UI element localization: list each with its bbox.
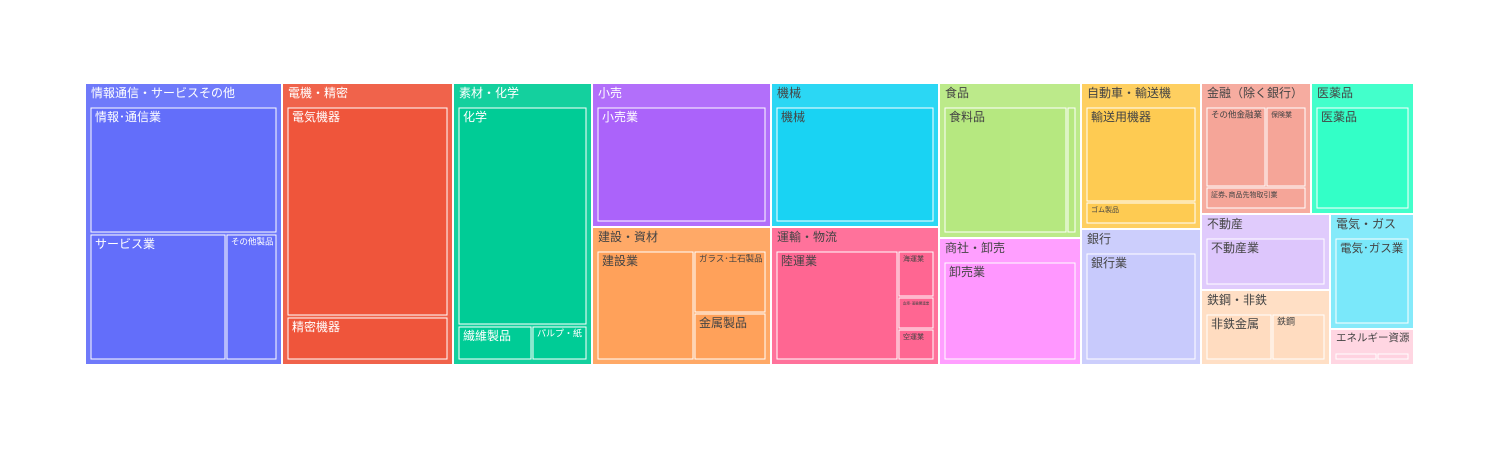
tile-label-s0-c0: 情報･通信業 [95,110,161,124]
sector-label-s7: 食品 [945,85,969,100]
treemap-tile-s0-c1[interactable] [90,234,226,360]
treemap-tile-s11-c1[interactable] [1266,107,1306,187]
sector-label-s5: 機械 [777,85,801,100]
tile-label-s1-c0: 電気機器 [292,109,340,124]
treemap-tile-s4-c0[interactable] [597,251,694,360]
sector-label-s12: 医薬品 [1317,86,1353,100]
tile-label-s6-c2: 倉庫･運輸関連業 [903,300,930,305]
treemap-tile-s1-c0[interactable] [287,107,448,316]
treemap-tile-s7-c0[interactable] [944,107,1067,233]
treemap-tile-s7-c1[interactable] [1067,107,1076,233]
sector-label-s1: 電機・精密 [288,85,348,100]
sector-label-s2: 素材・化学 [459,85,519,100]
tile-label-s3-c0: 小売業 [602,109,638,124]
treemap-tile-s3-c0[interactable] [597,107,766,222]
tile-label-s15-c1: 鉄鋼 [1277,316,1295,328]
tile-label-s9-c0: 輸送用機器 [1091,109,1151,124]
treemap-tile-s6-c0[interactable] [776,251,898,360]
tile-label-s11-c0: その他金融業 [1211,110,1263,121]
tile-label-s0-c1: サービス業 [95,237,155,251]
tile-label-s5-c0: 機械 [781,109,805,124]
tile-label-s4-c0: 建設業 [602,253,638,268]
tile-label-s11-c1: 保険業 [1271,110,1292,119]
sector-label-s3: 小売 [598,85,622,100]
tile-label-s0-c2: その他製品 [231,237,274,248]
tile-label-s7-c0: 食料品 [949,109,985,124]
tile-label-s9-c1: ゴム製品 [1091,205,1119,214]
tile-label-s11-c2: 証券､商品先物取引業 [1211,190,1278,199]
sector-label-s9: 自動車・輸送機 [1087,85,1171,100]
treemap-chart: 情報通信・サービスその他情報･通信業サービス業 その他製品 電機・精密電気機器精密機… [86,84,1413,364]
sector-label-s8: 商社・卸売 [945,240,1005,255]
tile-label-s6-c0: 陸運業 [781,254,817,268]
sector-label-s4: 建設・資材 [598,229,658,244]
tile-label-s10-c0: 銀行業 [1091,256,1127,270]
tile-label-s15-c0: 非鉄金属 [1211,316,1259,331]
tile-label-s6-c1: 海運業 [903,254,924,263]
sector-label-s11: 金融（除く銀行） [1207,85,1303,100]
tile-label-s2-c2: パルプ・紙 [537,328,582,340]
tile-label-s14-c0: 電気･ガス業 [1340,241,1404,255]
sector-label-s16: エネルギー資源 [1336,331,1410,344]
sector-label-s13: 不動産 [1207,216,1243,231]
treemap-tile-s2-c0[interactable] [458,107,587,325]
treemap-tile-s0-c2[interactable] [226,234,277,360]
tile-label-s1-c1: 精密機器 [292,319,340,334]
tile-label-s8-c0: 卸売業 [949,264,985,279]
tile-label-s4-c1: ガラス･土石製品 [699,254,763,265]
tile-label-s2-c1: 繊維製品 [463,329,511,343]
treemap-tile-s5-c0[interactable] [776,107,934,222]
tile-label-s2-c0: 化学 [463,109,487,124]
sector-label-s10: 銀行 [1087,232,1111,246]
tile-label-s12-c0: 医薬品 [1321,110,1357,124]
sector-label-s15: 鉄鋼・非鉄 [1207,292,1267,307]
tile-label-s13-c0: 不動産業 [1211,240,1259,255]
tile-label-s4-c2: 金属製品 [699,315,747,330]
treemap-tile-s0-c0[interactable] [90,107,277,233]
tile-label-s6-c3: 空運業 [903,332,924,341]
treemap-tile-s16-c0[interactable] [1335,353,1377,360]
sector-label-s6: 運輸・物流 [777,229,837,244]
sector-label-s14: 電気・ガス [1336,216,1396,231]
sector-label-s0: 情報通信・サービスその他 [91,86,235,100]
treemap-tile-s16-c1[interactable] [1377,353,1409,360]
